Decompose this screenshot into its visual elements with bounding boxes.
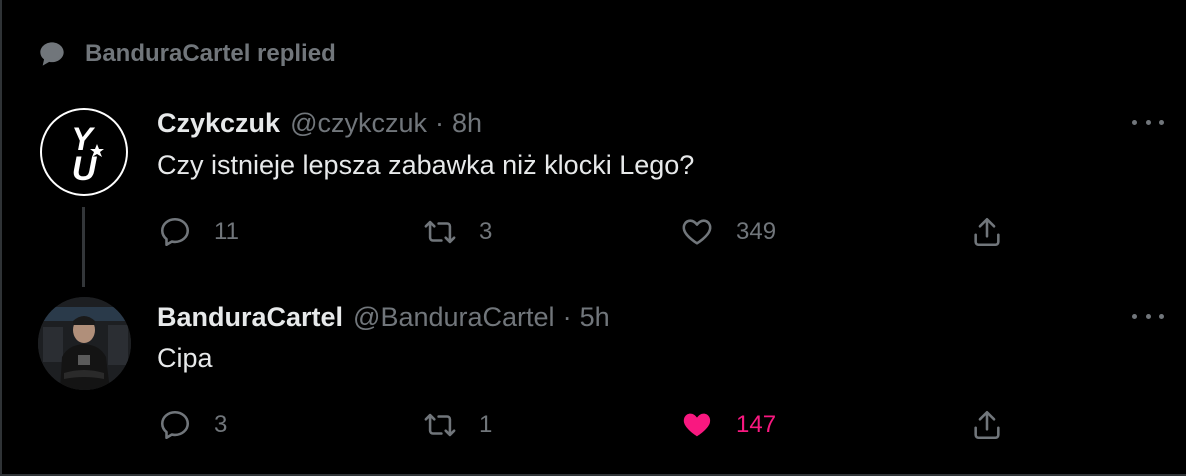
reply-context-label: BanduraCartel replied	[85, 40, 336, 67]
user-handle[interactable]: @BanduraCartel	[353, 302, 555, 333]
reply-button[interactable]: 11	[158, 214, 239, 250]
yu-logo-icon: Y U	[71, 121, 104, 188]
avatar-banduracartel[interactable]	[38, 297, 131, 390]
timestamp[interactable]: 5h	[580, 302, 610, 333]
separator: ·	[562, 301, 572, 332]
retweet-icon	[424, 220, 456, 244]
speech-bubble-icon	[40, 42, 64, 66]
tweet-text: Czy istnieje lepsza zabawka niż klocki L…	[157, 150, 695, 180]
reply-count: 11	[214, 218, 239, 245]
share-icon	[974, 410, 1000, 440]
display-name[interactable]: BanduraCartel	[157, 302, 343, 333]
avatar-czykczuk[interactable]: Y U	[40, 108, 128, 196]
display-name[interactable]: Czykczuk	[157, 108, 280, 139]
share-button[interactable]	[970, 407, 1026, 443]
more-options-button[interactable]	[1132, 306, 1164, 326]
tweet-header: BanduraCartel @BanduraCartel · 5h	[157, 299, 610, 335]
like-button[interactable]: 349	[680, 214, 776, 250]
reply-context: BanduraCartel replied	[38, 38, 336, 70]
reply-count: 3	[214, 411, 228, 438]
tweet-header: Czykczuk @czykczuk · 8h	[157, 105, 482, 141]
share-icon	[974, 217, 1000, 247]
heart-outline-icon	[682, 219, 712, 245]
thread-connector	[82, 207, 85, 287]
more-dots-icon	[1132, 119, 1137, 125]
more-dots-icon	[1132, 313, 1137, 319]
tweet-text: Cipa	[157, 343, 213, 373]
retweet-button[interactable]: 3	[423, 214, 492, 250]
profile-photo-icon	[38, 297, 131, 390]
user-handle[interactable]: @czykczuk	[290, 108, 427, 139]
more-options-button[interactable]	[1132, 112, 1164, 132]
heart-filled-icon	[683, 413, 711, 437]
retweet-button[interactable]: 1	[423, 407, 492, 443]
share-button[interactable]	[970, 214, 1026, 250]
retweet-count: 1	[479, 411, 493, 438]
reply-button[interactable]: 3	[158, 407, 227, 443]
retweet-count: 3	[479, 218, 493, 245]
reply-icon	[160, 410, 190, 440]
like-button-active[interactable]: 147	[680, 407, 776, 443]
retweet-icon	[424, 413, 456, 437]
like-count: 147	[736, 411, 777, 438]
timestamp[interactable]: 8h	[452, 108, 482, 139]
like-count: 349	[736, 218, 777, 245]
reply-icon	[160, 217, 190, 247]
separator: ·	[435, 107, 444, 138]
